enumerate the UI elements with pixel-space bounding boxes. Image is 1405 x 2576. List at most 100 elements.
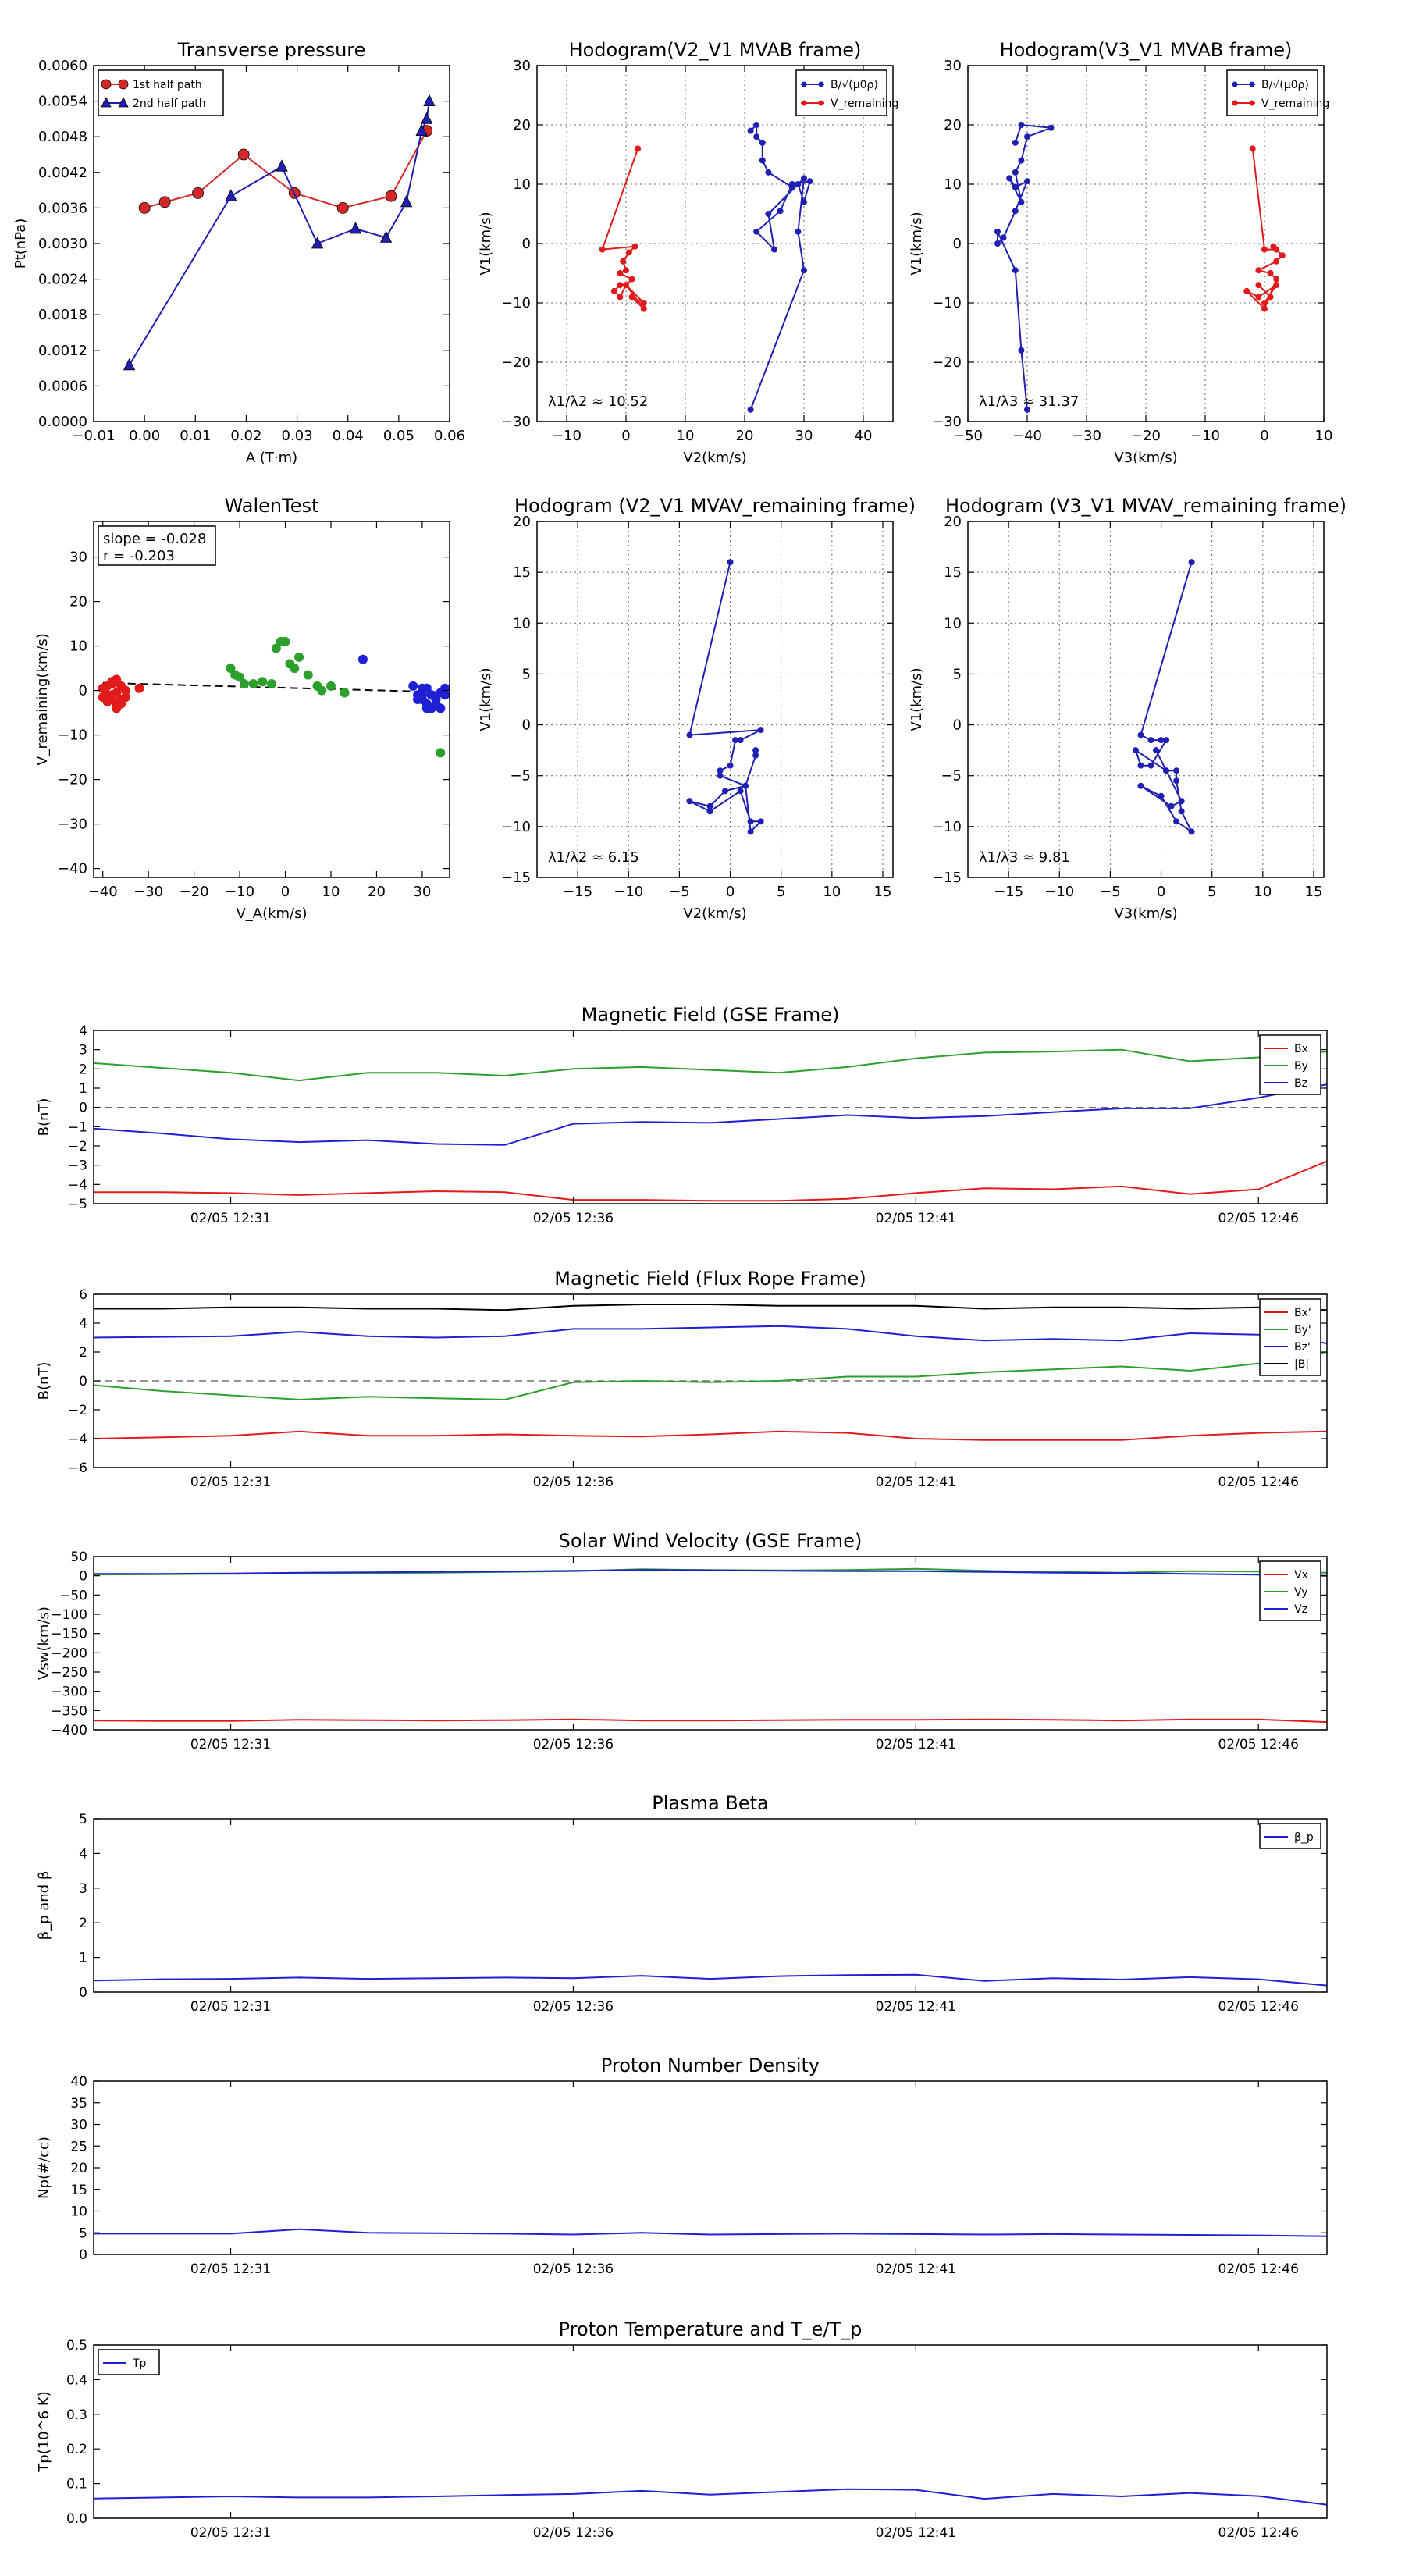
x-tick-label: 02/05 12:31: [190, 1999, 271, 2015]
y-tick-label: −40: [58, 861, 87, 877]
x-tick-label: −10: [1190, 428, 1220, 444]
y-tick-label: 35: [70, 2096, 87, 2112]
legend: Bx' By' Bz' |B|: [1259, 1298, 1321, 1376]
series-b-0: [747, 122, 813, 413]
data-point: [426, 690, 436, 700]
y-tick-label: 10: [69, 639, 87, 655]
y-tick-label: 1: [79, 1951, 87, 1966]
data-point: [1137, 762, 1144, 769]
y-tick-label: −6: [68, 1461, 87, 1476]
chart-title: Magnetic Field (GSE Frame): [582, 1004, 840, 1026]
x-tick-label: 02/05 12:46: [1218, 1999, 1299, 2015]
fit-stat-text: r = -0.203: [103, 548, 175, 564]
y-tick-label: −4: [68, 1177, 87, 1193]
chart-title: Hodogram (V2_V1 MVAV_remaining frame): [514, 495, 916, 517]
data-point: [753, 122, 760, 128]
y-tick-label: 0.2: [66, 2442, 87, 2457]
x-tick-label: 0: [726, 884, 735, 900]
data-point: [747, 828, 754, 835]
y-tick-label: −15: [501, 870, 531, 886]
x-axis-label: V2(km/s): [683, 450, 746, 466]
y-tick-label: 0: [79, 1374, 87, 1389]
data-point: [1255, 267, 1262, 274]
chart-title: Hodogram(V3_V1 MVAB frame): [1000, 39, 1293, 61]
x-axis: −0.01 0.00 0.01 0.02 0.03 0.04 0.05 0.06 A (T·m): [72, 66, 465, 466]
x-tick-label: −40: [1012, 428, 1042, 444]
series-bz: [93, 1083, 1328, 1146]
x-tick-label: 40: [855, 428, 873, 444]
y-tick-label: 4: [79, 1023, 87, 1039]
y-tick-label: −150: [51, 1627, 87, 1642]
data-point: [431, 699, 441, 709]
x-axis: 02/05 12:31 02/05 12:36 02/05 12:41 02/05 1…: [190, 2081, 1299, 2277]
y-tick-label: 0: [79, 1569, 87, 1585]
chart-title: Hodogram(V2_V1 MVAB frame): [569, 39, 862, 61]
x-tick-label: 5: [1208, 884, 1216, 900]
data-point: [107, 679, 117, 689]
x-tick-label: −5: [669, 884, 690, 900]
data-point: [1158, 792, 1165, 799]
figure-canvas: Transverse pressure−0.01 0.00 0.01 0.02 0.03…: [12, 39, 1346, 2541]
data-point: [134, 683, 144, 693]
y-tick-label: 0: [953, 717, 962, 734]
y-tick-label: 0.0036: [38, 200, 87, 216]
y-tick-label: −100: [51, 1607, 87, 1623]
series-0: [94, 2228, 1328, 2237]
x-axis: −40 −30 −20 −10 0 10 20 30 V_A(km/s): [88, 521, 431, 922]
chart-magnetic-field-flux-rope: Magnetic Field (Flux Rope Frame) 02/05 12…: [36, 1268, 1328, 1490]
y-axis: −400 −350 −300 −250 −200 −150 −100 −50 0 50 Vsw(km…: [36, 1550, 1327, 1738]
data-point: [290, 664, 300, 674]
data-point: [1018, 157, 1025, 164]
chart-walen-test: WalenTest −40 −30 −20 −10 0 10 20 30V_A(km/s)−40…: [34, 495, 450, 922]
data-point: [686, 798, 693, 805]
data-point: [1012, 183, 1019, 190]
data-point: [759, 139, 766, 146]
y-axis-label: β_p and β: [36, 1871, 52, 1941]
y-tick-label: −30: [932, 414, 962, 430]
y-tick-label: 20: [70, 2161, 87, 2176]
data-point: [1018, 347, 1025, 354]
chart-title: Solar Wind Velocity (GSE Frame): [559, 1530, 863, 1552]
series-line: [94, 2228, 1328, 2237]
y-tick-label: 3: [79, 1881, 87, 1897]
data-point: [267, 679, 276, 689]
y-tick-label: 20: [944, 117, 962, 133]
plot-frame: [536, 521, 894, 878]
legend-entry-label: Vx: [1294, 1569, 1308, 1582]
legend-entry-label: Bx': [1294, 1307, 1311, 1319]
data-point: [1137, 782, 1144, 789]
plot-frame: [967, 521, 1325, 878]
chart-title: WalenTest: [225, 495, 319, 517]
x-tick-label: 0: [621, 428, 630, 444]
data-point: [1012, 208, 1019, 215]
x-tick-label: 10: [1254, 884, 1272, 900]
data-point: [994, 228, 1001, 235]
y-tick-label: 0.0060: [38, 58, 87, 74]
data-point: [237, 148, 250, 161]
legend: β_p: [1259, 1823, 1321, 1849]
data-point: [640, 300, 647, 306]
x-tick-label: 02/05 12:36: [533, 1999, 614, 2015]
x-tick-label: 02/05 12:31: [190, 1211, 271, 1226]
data-point: [280, 636, 290, 646]
y-tick-label: 2: [79, 1916, 87, 1931]
y-tick-label: 0: [522, 236, 531, 252]
data-point: [1261, 305, 1268, 312]
data-point: [1024, 178, 1030, 185]
data-point: [1267, 294, 1274, 301]
data-point: [759, 157, 766, 164]
series-line: [749, 123, 811, 411]
legend: Bx By Bz: [1259, 1034, 1321, 1095]
y-axis-label: V_remaining(km/s): [34, 633, 51, 766]
data-point: [158, 196, 171, 208]
data-point: [757, 818, 764, 825]
x-tick-label: 0: [281, 884, 290, 900]
eigenvalue-ratio-annotation: λ1/λ3 ≈ 31.37: [979, 393, 1079, 410]
data-point: [116, 699, 126, 709]
x-tick-label: −50: [953, 428, 983, 444]
y-tick-label: 0.0042: [38, 165, 87, 181]
x-tick-label: 02/05 12:36: [533, 1737, 614, 1752]
legend-entry-label: By': [1294, 1324, 1311, 1336]
data-point: [795, 181, 802, 187]
y-tick-label: 0.0018: [38, 307, 87, 323]
